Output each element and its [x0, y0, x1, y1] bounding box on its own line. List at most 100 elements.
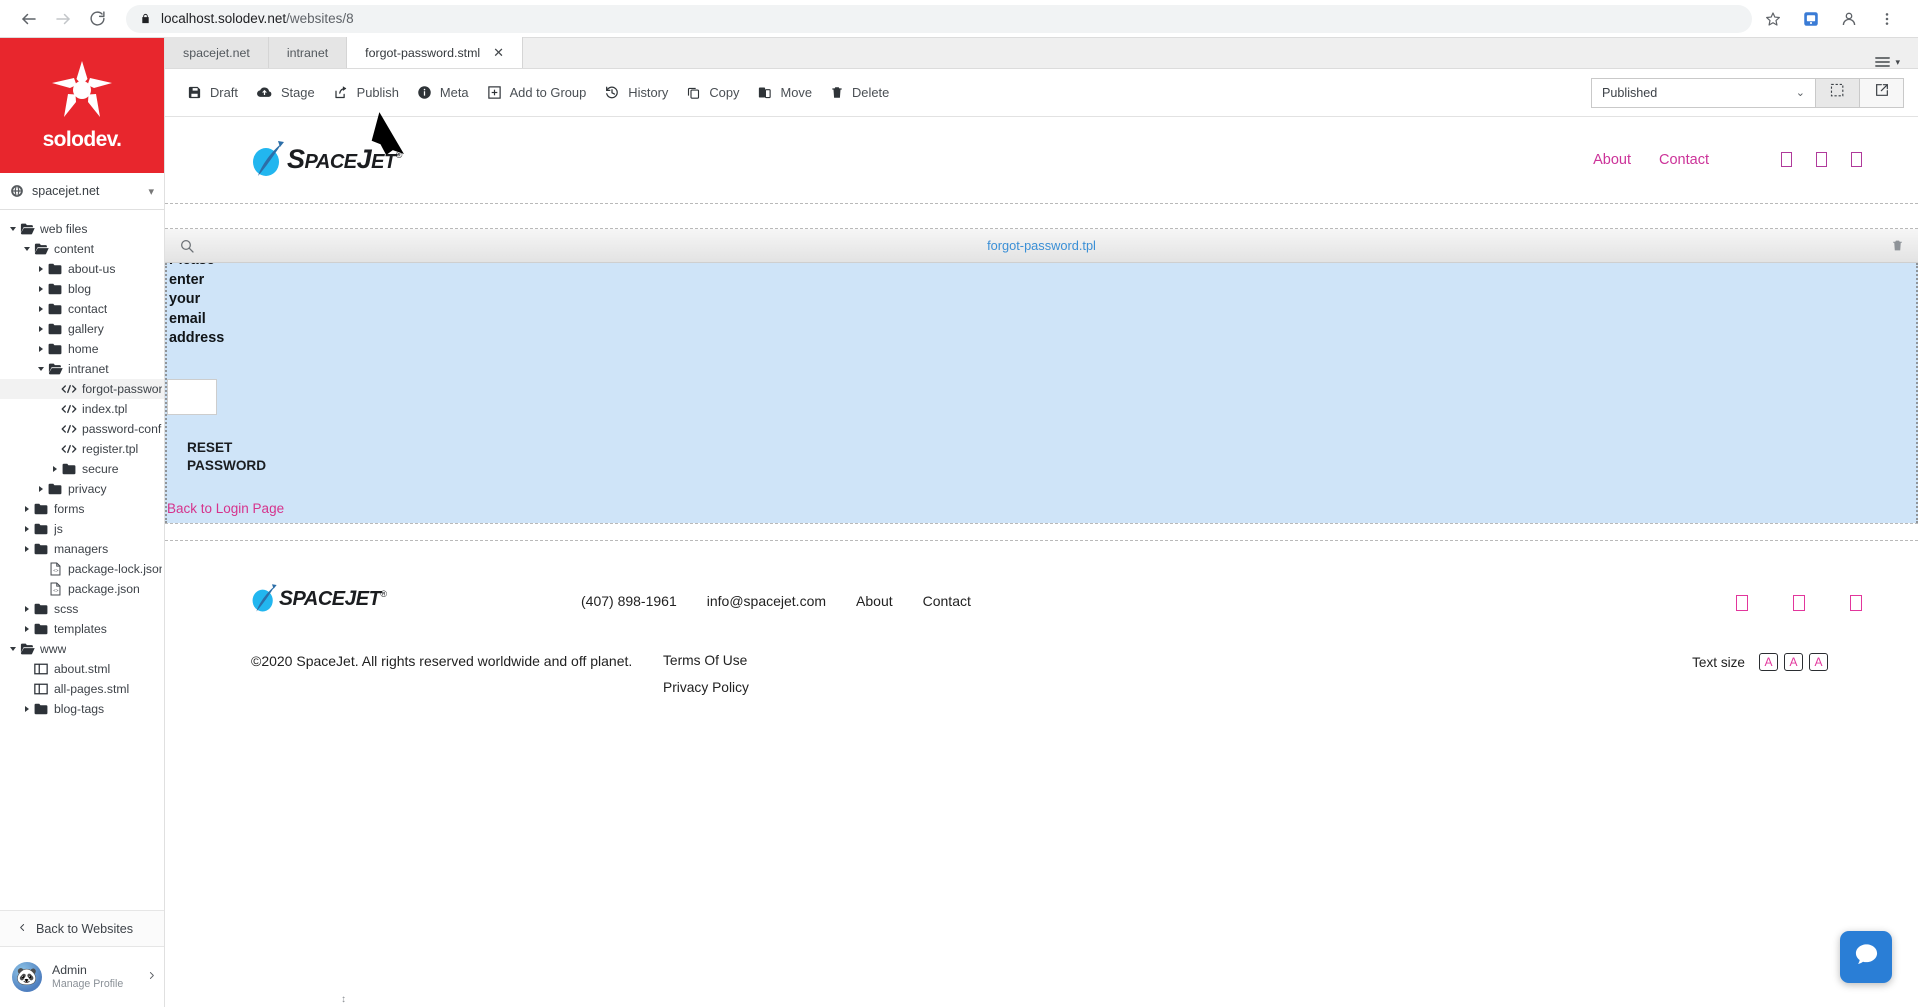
- email-input[interactable]: [167, 378, 217, 415]
- profile-avatar-icon[interactable]: [1836, 6, 1862, 32]
- toolbar-publish-button[interactable]: Publish: [329, 79, 413, 106]
- tree-item-secure[interactable]: secure: [0, 459, 164, 479]
- toolbar-add-to-group-button[interactable]: Add to Group: [483, 79, 601, 106]
- toolbar-draft-button[interactable]: Draft: [183, 79, 252, 106]
- footer-nav-contact[interactable]: Contact: [923, 593, 971, 609]
- tree-item-managers[interactable]: managers: [0, 539, 164, 559]
- text-size-large-button[interactable]: A: [1809, 653, 1828, 671]
- linkedin-icon[interactable]: [1851, 152, 1862, 167]
- chevron-right-icon[interactable]: [20, 546, 33, 552]
- profile-row[interactable]: 🐼 Admin Manage Profile: [0, 947, 164, 1007]
- toolbar-delete-button[interactable]: Delete: [826, 79, 903, 106]
- chevron-down-icon[interactable]: [6, 647, 19, 651]
- tree-item-index-tpl[interactable]: index.tpl: [0, 399, 164, 419]
- page-tab[interactable]: intranet: [268, 37, 348, 68]
- back-to-websites-button[interactable]: Back to Websites: [0, 910, 164, 947]
- tree-item-all-pages-stml[interactable]: all-pages.stml: [0, 679, 164, 699]
- chevron-right-icon[interactable]: [20, 526, 33, 532]
- footer-social[interactable]: [1736, 583, 1862, 611]
- close-icon[interactable]: ✕: [493, 45, 504, 61]
- back-arrow-icon[interactable]: [14, 4, 44, 34]
- chevron-right-icon[interactable]: [34, 346, 47, 352]
- trash-icon[interactable]: [1891, 238, 1904, 253]
- browser-menu-icon[interactable]: [1874, 6, 1900, 32]
- tree-item-forms[interactable]: forms: [0, 499, 164, 519]
- tree-item-web-files[interactable]: web files: [0, 219, 164, 239]
- tree-item-blog[interactable]: blog: [0, 279, 164, 299]
- tree-item-js[interactable]: js: [0, 519, 164, 539]
- tree-item-blog-tags[interactable]: blog-tags: [0, 699, 164, 719]
- footer-spacejet-logo[interactable]: SPACEJET®: [251, 583, 581, 615]
- chevron-down-icon[interactable]: [6, 227, 19, 231]
- spacejet-logo[interactable]: SPACEJET®: [251, 140, 402, 180]
- tree-item-scss[interactable]: scss: [0, 599, 164, 619]
- chevron-right-icon[interactable]: [34, 326, 47, 332]
- page-tab[interactable]: spacejet.net: [165, 37, 269, 68]
- chevron-right-icon[interactable]: [34, 286, 47, 292]
- tree-item-package-lock-json[interactable]: <> package-lock.json: [0, 559, 164, 579]
- tree-item-register-tpl[interactable]: register.tpl: [0, 439, 164, 459]
- toolbar-history-button[interactable]: History: [600, 79, 682, 106]
- tree-item-home[interactable]: home: [0, 339, 164, 359]
- site-nav-contact[interactable]: Contact: [1659, 152, 1709, 168]
- page-tabs[interactable]: spacejet.net intranet forgot-password.stml…: [165, 37, 1918, 69]
- back-to-login-link[interactable]: Back to Login Page: [167, 501, 1916, 516]
- site-selector[interactable]: spacejet.net ▾: [0, 173, 164, 210]
- toolbar-move-button[interactable]: Move: [753, 79, 826, 106]
- tree-item-content[interactable]: content: [0, 239, 164, 259]
- page-tab[interactable]: forgot-password.stml ✕: [347, 37, 524, 68]
- facebook-icon[interactable]: [1736, 595, 1748, 611]
- chevron-right-icon[interactable]: [20, 626, 33, 632]
- site-nav-about[interactable]: About: [1593, 152, 1631, 168]
- toolbar-stage-button[interactable]: Stage: [252, 79, 329, 106]
- publish-status-select[interactable]: Published ⌄: [1591, 77, 1816, 108]
- tree-item-about-us[interactable]: about-us: [0, 259, 164, 279]
- solodev-logo[interactable]: solodev.: [0, 38, 164, 173]
- chevron-down-icon[interactable]: [20, 247, 33, 251]
- chevron-right-icon[interactable]: [20, 606, 33, 612]
- facebook-icon[interactable]: [1781, 152, 1792, 167]
- footer-terms-link[interactable]: Terms Of Use: [663, 653, 749, 668]
- tree-item-password-confirm-tpl[interactable]: password-confirm.tpl: [0, 419, 164, 439]
- toolbar-copy-button[interactable]: Copy: [682, 79, 753, 106]
- tree-item-intranet[interactable]: intranet: [0, 359, 164, 379]
- tree-item-contact[interactable]: contact: [0, 299, 164, 319]
- footer-phone[interactable]: (407) 898-1961: [581, 593, 677, 609]
- linkedin-icon[interactable]: [1850, 595, 1862, 611]
- component-toolbar[interactable]: forgot-password.tpl: [165, 229, 1918, 263]
- twitter-icon[interactable]: [1793, 595, 1805, 611]
- extension-icon[interactable]: [1798, 6, 1824, 32]
- open-external-button[interactable]: [1860, 77, 1904, 108]
- select-region-button[interactable]: [1816, 77, 1860, 108]
- chevron-right-icon[interactable]: [20, 706, 33, 712]
- bookmark-star-icon[interactable]: [1760, 6, 1786, 32]
- footer-privacy-link[interactable]: Privacy Policy: [663, 680, 749, 695]
- site-nav[interactable]: About Contact: [1593, 152, 1862, 168]
- chevron-right-icon[interactable]: [20, 506, 33, 512]
- footer-email[interactable]: info@spacejet.com: [707, 593, 826, 609]
- forward-arrow-icon[interactable]: [48, 4, 78, 34]
- tree-item-gallery[interactable]: gallery: [0, 319, 164, 339]
- text-size-small-button[interactable]: A: [1759, 653, 1778, 671]
- tree-item-templates[interactable]: templates: [0, 619, 164, 639]
- tree-item-package-json[interactable]: <> package.json: [0, 579, 164, 599]
- chevron-right-icon[interactable]: [147, 969, 156, 985]
- reset-password-button[interactable]: RESET PASSWORD: [167, 439, 266, 475]
- tree-item-about-stml[interactable]: about.stml: [0, 659, 164, 679]
- chevron-right-icon[interactable]: [34, 266, 47, 272]
- toolbar-meta-button[interactable]: Meta: [413, 79, 483, 106]
- twitter-icon[interactable]: [1816, 152, 1827, 167]
- chevron-down-icon[interactable]: [34, 367, 47, 371]
- text-size-medium-button[interactable]: A: [1784, 653, 1803, 671]
- chevron-right-icon[interactable]: [34, 306, 47, 312]
- component-name[interactable]: forgot-password.tpl: [165, 238, 1918, 253]
- site-header-social[interactable]: [1781, 152, 1862, 167]
- file-tree[interactable]: web files content about-us blog contact galle…: [0, 210, 164, 910]
- text-size-control[interactable]: Text size A A A: [1692, 653, 1862, 671]
- tree-item-www[interactable]: www: [0, 639, 164, 659]
- footer-nav-about[interactable]: About: [856, 593, 893, 609]
- chevron-right-icon[interactable]: [48, 466, 61, 472]
- tree-item-forgot-password-tpl[interactable]: forgot-password.tpl: [0, 379, 164, 399]
- tabs-menu-icon[interactable]: ▾: [1856, 56, 1918, 68]
- reload-icon[interactable]: [82, 4, 112, 34]
